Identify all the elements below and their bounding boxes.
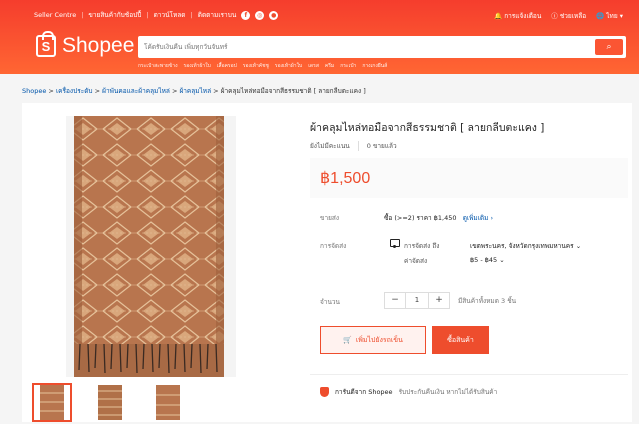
line-icon[interactable]: ● bbox=[269, 10, 279, 20]
search-hints: กระเป๋าสะพายข้าง รองเท้าผ้าใบ เสื้อครอป … bbox=[138, 62, 387, 70]
product-title: ผ้าคลุมไหล่ทอมือจากสีธรรมชาติ [ ลายกลีบต… bbox=[310, 122, 545, 134]
sold-label: ขายแล้ว bbox=[372, 142, 397, 150]
breadcrumb-link[interactable]: ผ้าพันคอและผ้าคลุมไหล่ bbox=[102, 87, 170, 95]
help-label: ช่วยเหลือ bbox=[559, 12, 587, 20]
thumbnail-image bbox=[150, 385, 186, 420]
search-hint[interactable]: กระเป๋าสะพายข้าง bbox=[138, 62, 178, 70]
woven-scarf-image bbox=[66, 116, 236, 377]
shipping-label: การจัดส่ง bbox=[320, 242, 347, 250]
price-box: ฿1,500 bbox=[310, 158, 628, 198]
guarantee-subtitle: รับประกันคืนเงิน หากไม่ได้รับสินค้า bbox=[398, 388, 498, 396]
thumbnail[interactable] bbox=[148, 383, 188, 422]
wholesale-text: ซื้อ (>=2) ราคา ฿1,450 bbox=[384, 214, 457, 222]
facebook-icon[interactable]: f bbox=[241, 10, 251, 20]
notifications-label: การแจ้งเตือน bbox=[504, 11, 542, 20]
search-input[interactable] bbox=[144, 40, 584, 54]
truck-icon bbox=[390, 239, 400, 248]
quantity-stepper: − 1 + bbox=[384, 292, 450, 309]
language-label: ไทย bbox=[606, 11, 618, 20]
shipping-fee: ฿5 - ฿45 bbox=[470, 256, 498, 264]
product-main-image[interactable] bbox=[66, 116, 236, 377]
top-nav: Seller Centre | ขายสินค้ากับช้อปปี้ | ดาวน… bbox=[34, 10, 623, 21]
search-button[interactable]: ⌕ bbox=[595, 39, 623, 55]
download-link[interactable]: ดาวน์โหลด bbox=[154, 10, 186, 20]
search-hint[interactable]: เสื้อครอป bbox=[217, 62, 237, 70]
language-selector[interactable]: 🌐 ไทย ▾ bbox=[596, 11, 623, 21]
search-hint[interactable]: กางเกงยีนส์ bbox=[362, 62, 387, 70]
notifications-link[interactable]: 🔔 การแจ้งเตือน bbox=[494, 11, 541, 21]
stock-text: มีสินค้าทั้งหมด 3 ชิ้น bbox=[458, 297, 517, 305]
chevron-down-icon: ⌄ bbox=[499, 256, 505, 264]
shipping-fee-select[interactable]: ฿5 - ฿45 ⌄ bbox=[470, 256, 505, 264]
instagram-icon[interactable]: ◎ bbox=[255, 10, 265, 20]
product-price: ฿1,500 bbox=[320, 170, 371, 187]
guarantee-title: การันตีจาก Shopee bbox=[335, 388, 393, 396]
rating-row: ยังไม่มีคะแนน 0 ขายแล้ว bbox=[310, 141, 397, 151]
thumbnail-strip bbox=[32, 383, 188, 422]
sold-count: 0 bbox=[366, 142, 371, 150]
thumbnail[interactable] bbox=[90, 383, 130, 422]
shopee-bag-icon: S bbox=[36, 31, 56, 57]
shopee-guarantee[interactable]: การันตีจาก Shopee รับประกันคืนเงิน หากไม… bbox=[320, 387, 497, 397]
add-to-cart-button[interactable]: 🛒 เพิ่มไปยังรถเข็น bbox=[320, 326, 426, 354]
add-to-cart-label: เพิ่มไปยังรถเข็น bbox=[355, 335, 403, 344]
chevron-down-icon: ⌄ bbox=[575, 242, 582, 250]
buy-now-button[interactable]: ซื้อสินค้า bbox=[432, 326, 489, 354]
search-hint[interactable]: รองเท้าคัชชู bbox=[243, 62, 269, 70]
thumbnail-image bbox=[92, 385, 128, 420]
shipping-location: เขตพระนคร, จังหวัดกรุงเทพมหานคร bbox=[470, 242, 574, 250]
follow-us-label: ติดตามเราบน bbox=[197, 11, 237, 19]
search-icon: ⌕ bbox=[606, 42, 612, 52]
sold-count-wrap: 0 ขายแล้ว bbox=[357, 141, 397, 151]
thumbnail-image bbox=[34, 385, 70, 420]
header: Seller Centre | ขายสินค้ากับช้อปปี้ | ดาวน… bbox=[0, 0, 639, 74]
seller-centre-link[interactable]: Seller Centre bbox=[34, 11, 76, 19]
shield-icon bbox=[320, 387, 329, 397]
wholesale-deal: ซื้อ (>=2) ราคา ฿1,450 ดูเพิ่มเติม › bbox=[384, 213, 493, 223]
breadcrumb-link[interactable]: Shopee bbox=[22, 87, 46, 95]
buy-now-label: ซื้อสินค้า bbox=[447, 335, 474, 344]
increase-button[interactable]: + bbox=[429, 293, 449, 308]
search-hint[interactable]: รองเท้าผ้าใบ bbox=[184, 62, 211, 70]
search-bar: ⌕ bbox=[138, 36, 626, 58]
breadcrumb: Shopee > เครื่องประดับ > ผ้าพันคอและผ้าค… bbox=[22, 87, 366, 95]
wholesale-label: ขายส่ง bbox=[320, 214, 340, 222]
help-link[interactable]: ⓘ ช่วยเหลือ bbox=[551, 10, 586, 21]
breadcrumb-link[interactable]: ผ้าคลุมไหล่ bbox=[179, 87, 211, 95]
brand-name: Shopee bbox=[62, 34, 135, 57]
search-hint[interactable]: กระเป๋า bbox=[340, 62, 356, 70]
search-hint[interactable]: ครีม bbox=[325, 62, 334, 70]
breadcrumb-link[interactable]: เครื่องประดับ bbox=[56, 87, 93, 95]
shipping-location-select[interactable]: เขตพระนคร, จังหวัดกรุงเทพมหานคร ⌄ bbox=[470, 241, 581, 251]
shipping-fee-label: ค่าจัดส่ง bbox=[404, 257, 428, 265]
shipping-to-label: การจัดส่ง ถึง bbox=[404, 242, 440, 250]
divider bbox=[310, 374, 628, 375]
see-more-link[interactable]: ดูเพิ่มเติม › bbox=[463, 214, 493, 222]
cart-icon: 🛒 bbox=[343, 336, 352, 344]
search-hint[interactable]: รองเท้าผ้าใบ bbox=[275, 62, 302, 70]
breadcrumb-current: ผ้าคลุมไหล่ทอมือจากสีธรรมชาติ [ ลายกลีบต… bbox=[220, 87, 366, 95]
quantity-label: จำนวน bbox=[320, 298, 340, 306]
thumbnail[interactable] bbox=[32, 383, 72, 422]
rating-text: ยังไม่มีคะแนน bbox=[310, 142, 350, 150]
shopee-logo[interactable]: S Shopee bbox=[36, 31, 135, 58]
decrease-button[interactable]: − bbox=[385, 293, 405, 308]
quantity-value[interactable]: 1 bbox=[405, 293, 429, 308]
sell-link[interactable]: ขายสินค้ากับช้อปปี้ bbox=[88, 10, 141, 20]
search-hint[interactable]: เดรส bbox=[308, 62, 319, 70]
